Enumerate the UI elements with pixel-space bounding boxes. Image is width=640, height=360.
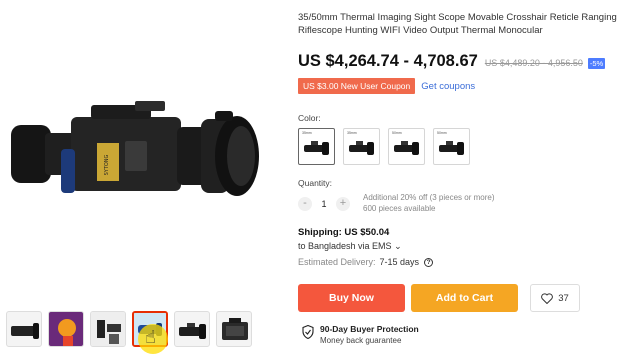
thumbnail-1[interactable] xyxy=(6,311,42,347)
get-coupons-link[interactable]: Get coupons xyxy=(421,81,475,92)
thumbnail-6[interactable] xyxy=(216,311,252,347)
heart-icon xyxy=(541,292,554,304)
color-label: Color: xyxy=(298,113,321,123)
price-row: US $4,264.74 - 4,708.67 US $4,489.20 - 4… xyxy=(298,52,606,71)
product-title: 35/50mm Thermal Imaging Sight Scope Mova… xyxy=(298,12,617,36)
ship-to-text: to Bangladesh via EMS xyxy=(298,241,392,251)
discount-badge: -5% xyxy=(587,58,606,69)
stock-available-text: 600 pieces available xyxy=(363,203,436,213)
new-user-coupon[interactable]: US $3.00 New User Coupon xyxy=(298,78,416,94)
thumbnail-5[interactable] xyxy=(174,311,210,347)
hand-cursor-icon: ☝ xyxy=(145,327,156,347)
product-price: US $4,264.74 - 4,708.67 xyxy=(298,52,478,70)
coupon-row: US $3.00 New User Coupon Get coupons xyxy=(298,78,475,94)
thumbnail-strip xyxy=(6,311,252,347)
ship-to-selector[interactable]: to Bangladesh via EMS ⌄ xyxy=(298,241,402,252)
bulk-discount-text: Additional 20% off (3 pieces or more) xyxy=(363,193,495,202)
color-option-3[interactable]: 50mm xyxy=(388,128,425,165)
action-buttons: Buy Now Add to Cart 37 xyxy=(298,284,580,312)
main-product-image[interactable]: SYTONG xyxy=(0,0,280,300)
original-price: US $4,489.20 - 4,956.50 xyxy=(484,58,583,68)
svg-text:SYTONG: SYTONG xyxy=(104,154,110,175)
quantity-value[interactable]: 1 xyxy=(312,199,336,209)
question-icon[interactable]: ? xyxy=(424,257,434,267)
thumbnail-3[interactable] xyxy=(90,311,126,347)
protection-subtitle: Money back guarantee xyxy=(320,336,402,345)
color-option-1[interactable]: 35mm xyxy=(298,128,335,165)
chevron-down-icon: ⌄ xyxy=(394,241,402,251)
protection-title: 90-Day Buyer Protection xyxy=(320,324,419,334)
quantity-increase-button[interactable]: + xyxy=(336,196,350,211)
shield-check-icon xyxy=(302,325,314,339)
thumbnail-2[interactable] xyxy=(48,311,84,347)
estimated-delivery: Estimated Delivery: 7-15 days ? xyxy=(298,257,434,267)
wishlist-count: 37 xyxy=(558,292,569,304)
color-option-1-label: 35mm xyxy=(302,131,312,135)
delivery-value: 7-15 days xyxy=(379,257,420,267)
quantity-info: Additional 20% off (3 pieces or more) 60… xyxy=(363,193,494,214)
shipping-cost: Shipping: US $50.04 xyxy=(298,227,390,238)
product-gallery: SYTONG ☝ xyxy=(0,0,280,360)
color-option-4-label: 50mm xyxy=(437,131,447,135)
color-option-3-label: 50mm xyxy=(392,131,402,135)
delivery-label: Estimated Delivery: xyxy=(298,257,376,267)
add-to-cart-button[interactable]: Add to Cart xyxy=(411,284,518,312)
wishlist-button[interactable]: 37 xyxy=(530,284,580,312)
buyer-protection: 90-Day Buyer Protection Money back guara… xyxy=(302,324,419,345)
product-info-panel: 35/50mm Thermal Imaging Sight Scope Mova… xyxy=(298,0,640,360)
quantity-row: - 1 + Additional 20% off (3 pieces or mo… xyxy=(298,193,494,214)
quantity-label: Quantity: xyxy=(298,178,333,188)
color-swatches: 35mm 35mm 50mm 50mm xyxy=(298,128,470,165)
buy-now-button[interactable]: Buy Now xyxy=(298,284,405,312)
quantity-decrease-button[interactable]: - xyxy=(298,196,312,211)
color-option-2[interactable]: 35mm xyxy=(343,128,380,165)
color-option-2-label: 35mm xyxy=(347,131,357,135)
color-option-4[interactable]: 50mm xyxy=(433,128,470,165)
